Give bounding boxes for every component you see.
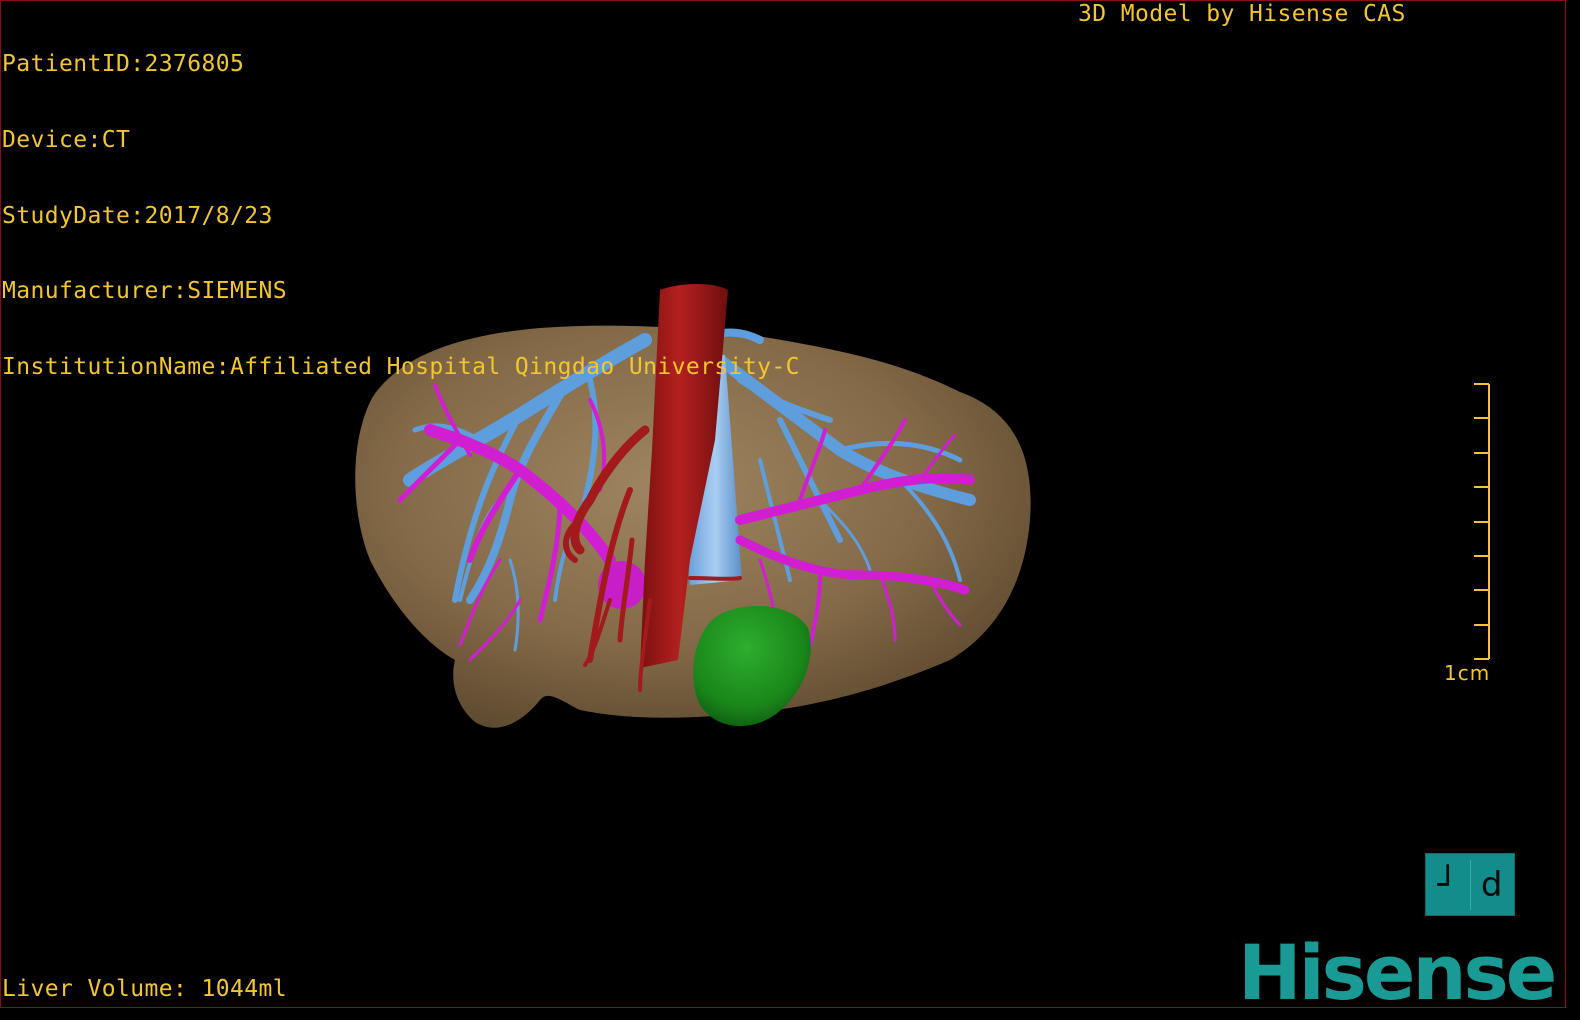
dicom-info-overlay: PatientID:2376805 Device:CT StudyDate:20… [2,2,800,405]
model-credit: 3D Model by Hisense CAS [1078,1,1406,27]
hisense-logo: Hisense [1238,928,1557,1017]
orientation-divider [1470,860,1471,910]
patient-id: PatientID:2376805 [2,51,245,78]
orientation-right-glyph: d [1480,864,1503,905]
scale-label: 1cm [1444,661,1491,685]
orientation-left-glyph: ┘ [1437,864,1458,905]
liver-volume: Liver Volume: 1044ml [2,976,287,1002]
manufacturer: Manufacturer:SIEMENS [2,278,287,305]
device: Device:CT [2,127,131,153]
study-date: StudyDate:2017/8/23 [2,202,273,229]
orientation-cube[interactable]: ┘ d [1425,853,1515,916]
institution-name: InstitutionName:Affiliated Hospital Qing… [2,353,800,380]
